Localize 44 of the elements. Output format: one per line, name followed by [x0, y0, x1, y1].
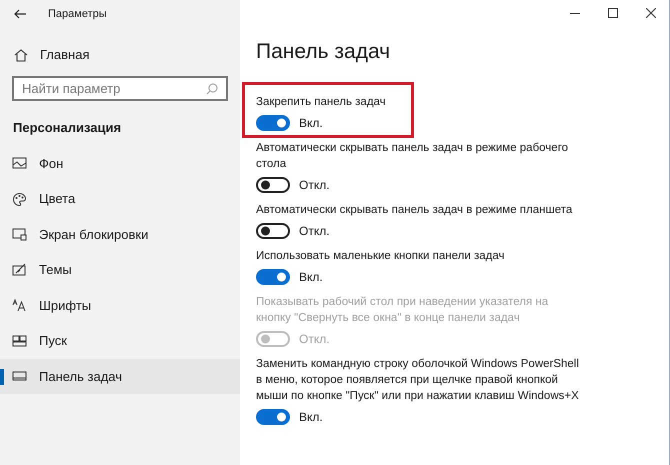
section-heading: Персонализация: [12, 119, 122, 137]
nav-item[interactable]: Экран блокировки: [0, 216, 240, 252]
letters-icon: [12, 298, 27, 312]
window-title: Параметры: [48, 6, 107, 22]
toggle-state: Откл.: [299, 331, 330, 348]
toggle-switch[interactable]: [256, 177, 290, 193]
taskbar-icon: [12, 369, 27, 384]
toggle-switch[interactable]: [256, 409, 290, 425]
toggle-state: Откл.: [299, 223, 330, 240]
toggle-switch[interactable]: [256, 115, 290, 131]
nav-item[interactable]: Панель задач: [0, 358, 240, 394]
maximize-icon: [608, 8, 618, 18]
nav-item[interactable]: Пуск: [0, 323, 240, 358]
monitor-brush-icon: [12, 262, 27, 277]
back-arrow-icon: [14, 9, 26, 19]
search-input[interactable]: Найти параметр: [22, 78, 206, 98]
nav-item[interactable]: Темы: [0, 252, 240, 288]
nav-item[interactable]: Фон: [0, 146, 240, 181]
picture-icon: [12, 156, 27, 170]
setting-label: Закрепить панель задач: [256, 95, 387, 110]
setting-label: Использовать маленькие кнопки панели задач: [256, 249, 506, 264]
selection-bar: [0, 368, 4, 384]
toggle-state: Вкл.: [299, 409, 323, 426]
nav-item[interactable]: Цвета: [0, 181, 240, 216]
toggle-switch[interactable]: [256, 269, 290, 285]
search-field[interactable]: Найти параметр: [12, 76, 228, 101]
palette-icon: [12, 192, 27, 206]
toggle-switch[interactable]: [256, 223, 290, 239]
home-icon: [14, 48, 28, 62]
tiles-icon: [12, 334, 27, 348]
toggle-state: Откл.: [299, 177, 330, 194]
monitor-lock-icon: [12, 227, 27, 242]
search-icon: [206, 82, 218, 94]
nav-item[interactable]: Шрифты: [0, 288, 240, 323]
setting-label: Автоматически скрывать панель задач в режиме планшета: [256, 203, 574, 218]
minimize-icon: [570, 12, 580, 14]
home-link[interactable]: Главная: [0, 40, 240, 70]
setting-label: Заменить командную строку оболочкой Windows PowerShell в меню, которое появляется при щелчке правой кнопкой мыши по кнопке "Пуск" или при нажатии клавиш Windows+X: [256, 357, 580, 404]
page-title: Панель задач: [256, 39, 392, 65]
toggle-state: Вкл.: [299, 115, 323, 132]
close-icon: [646, 8, 656, 18]
toggle-state: Вкл.: [299, 269, 323, 286]
setting-label: Показывать рабочий стол при наведении указателя на кнопку "Свернуть все окна" в конце панели задач: [256, 295, 550, 326]
setting-label: Автоматически скрывать панель задач в режиме рабочего стола: [256, 141, 570, 172]
